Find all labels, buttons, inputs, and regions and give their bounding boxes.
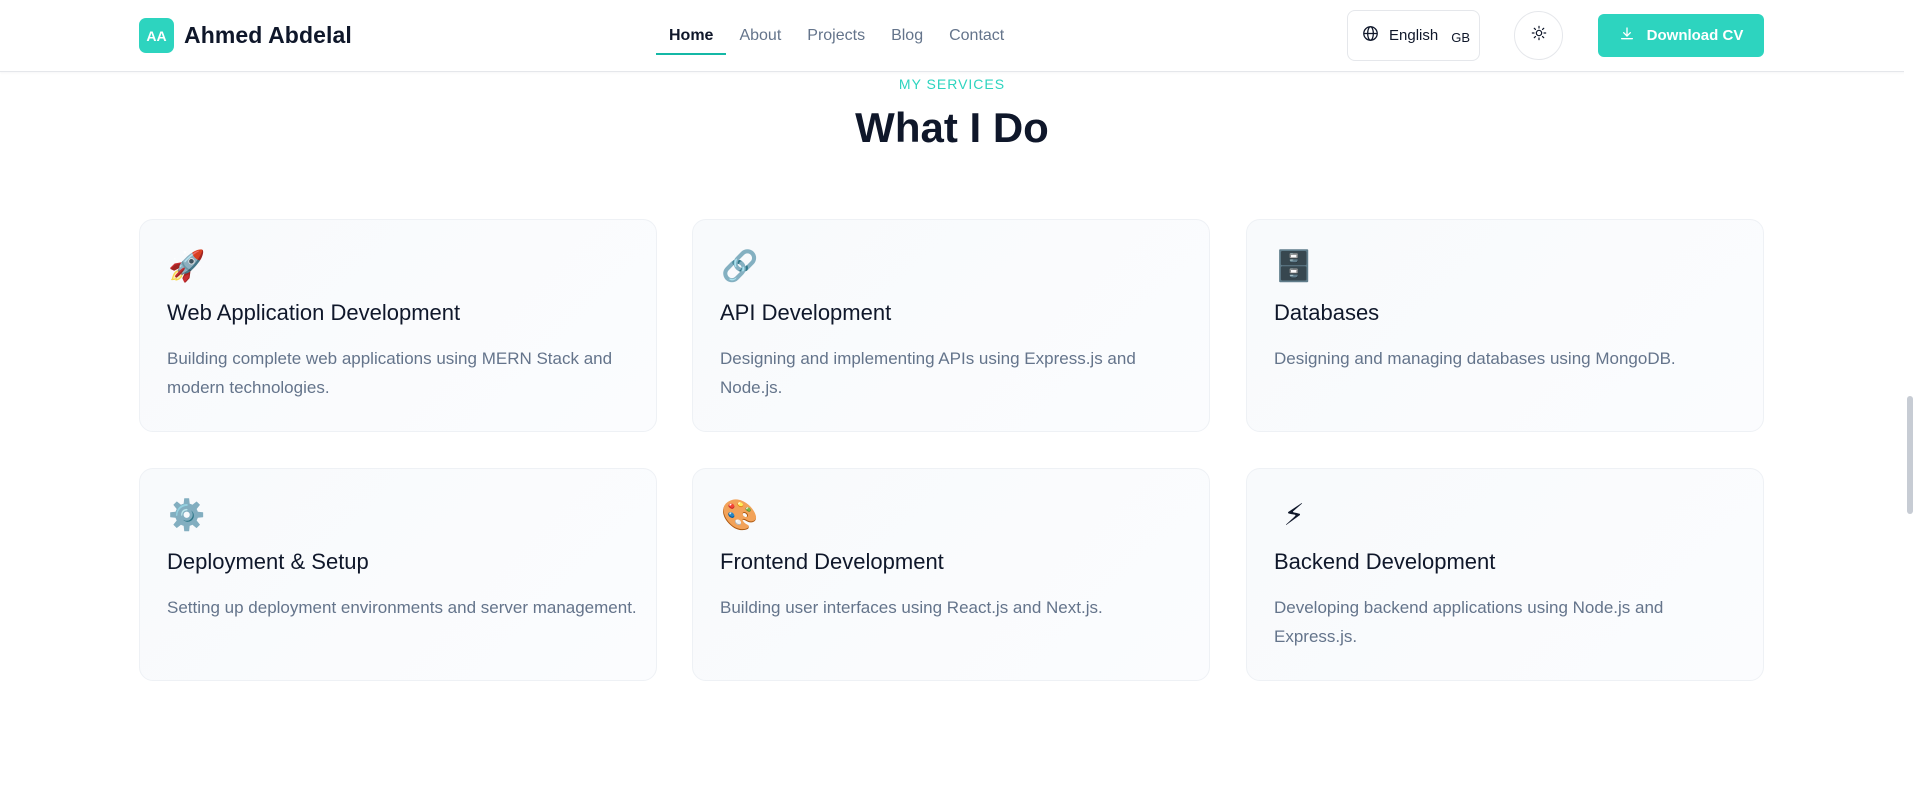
language-code: GB: [1451, 29, 1470, 45]
service-title: Frontend Development: [720, 549, 944, 574]
nav-item-projects[interactable]: Projects: [794, 0, 878, 72]
brand-name[interactable]: Ahmed Abdelal: [184, 22, 352, 49]
service-description: Building user interfaces using React.js …: [720, 598, 1103, 617]
nav-item-about[interactable]: About: [726, 0, 794, 72]
section-title: What I Do: [855, 104, 1049, 151]
service-description: Developing backend applications using No…: [1274, 598, 1664, 646]
main-nav: Home About Projects Blog Contact: [656, 0, 1017, 72]
nav-item-contact[interactable]: Contact: [936, 0, 1017, 72]
download-icon: [1619, 26, 1635, 46]
sun-icon: [1531, 25, 1547, 46]
file-cabinet-icon: 🗄️: [1275, 249, 1313, 283]
service-description: Building complete web applications using…: [167, 349, 613, 397]
nav-item-blog[interactable]: Blog: [878, 0, 936, 72]
service-card: ⚡ Backend Development Developing backend…: [1246, 468, 1764, 681]
scrollbar-thumb[interactable]: [1907, 396, 1913, 514]
link-icon: 🔗: [721, 249, 759, 283]
section-eyebrow: MY SERVICES: [898, 76, 1006, 92]
service-card: 🔗 API Development Designing and implemen…: [692, 219, 1210, 432]
service-card: ⚙️ Deployment & Setup Setting up deploym…: [139, 468, 657, 681]
lightning-icon: ⚡: [1283, 498, 1305, 532]
nav-item-home[interactable]: Home: [656, 0, 727, 72]
language-selector[interactable]: English GB: [1347, 10, 1480, 61]
service-card: 🎨 Frontend Development Building user int…: [692, 468, 1210, 681]
service-title: Web Application Development: [167, 300, 461, 325]
globe-icon: [1362, 25, 1379, 47]
service-title: API Development: [720, 300, 892, 325]
service-description: Designing and implementing APIs using Ex…: [720, 349, 1136, 397]
download-cv-button[interactable]: Download CV: [1598, 14, 1764, 57]
service-card: 🗄️ Databases Designing and managing data…: [1246, 219, 1764, 432]
service-title: Databases: [1274, 300, 1380, 325]
site-header: AA Ahmed Abdelal Home About Projects Blo…: [0, 0, 1914, 72]
service-title: Backend Development: [1274, 549, 1496, 574]
service-description: Setting up deployment environments and s…: [167, 598, 637, 617]
gear-icon: ⚙️: [168, 498, 206, 532]
language-label: English: [1389, 27, 1439, 44]
download-cv-label: Download CV: [1646, 27, 1744, 44]
service-description: Designing and managing databases using M…: [1274, 349, 1676, 368]
theme-toggle-button[interactable]: [1514, 11, 1563, 60]
brand[interactable]: AA Ahmed Abdelal: [139, 18, 352, 53]
page-scrollbar[interactable]: [1904, 0, 1914, 797]
logo-badge[interactable]: AA: [139, 18, 174, 53]
service-title: Deployment & Setup: [167, 549, 369, 574]
rocket-icon: 🚀: [168, 249, 206, 283]
palette-icon: 🎨: [721, 498, 759, 532]
service-card: 🚀 Web Application Development Building c…: [139, 219, 657, 432]
